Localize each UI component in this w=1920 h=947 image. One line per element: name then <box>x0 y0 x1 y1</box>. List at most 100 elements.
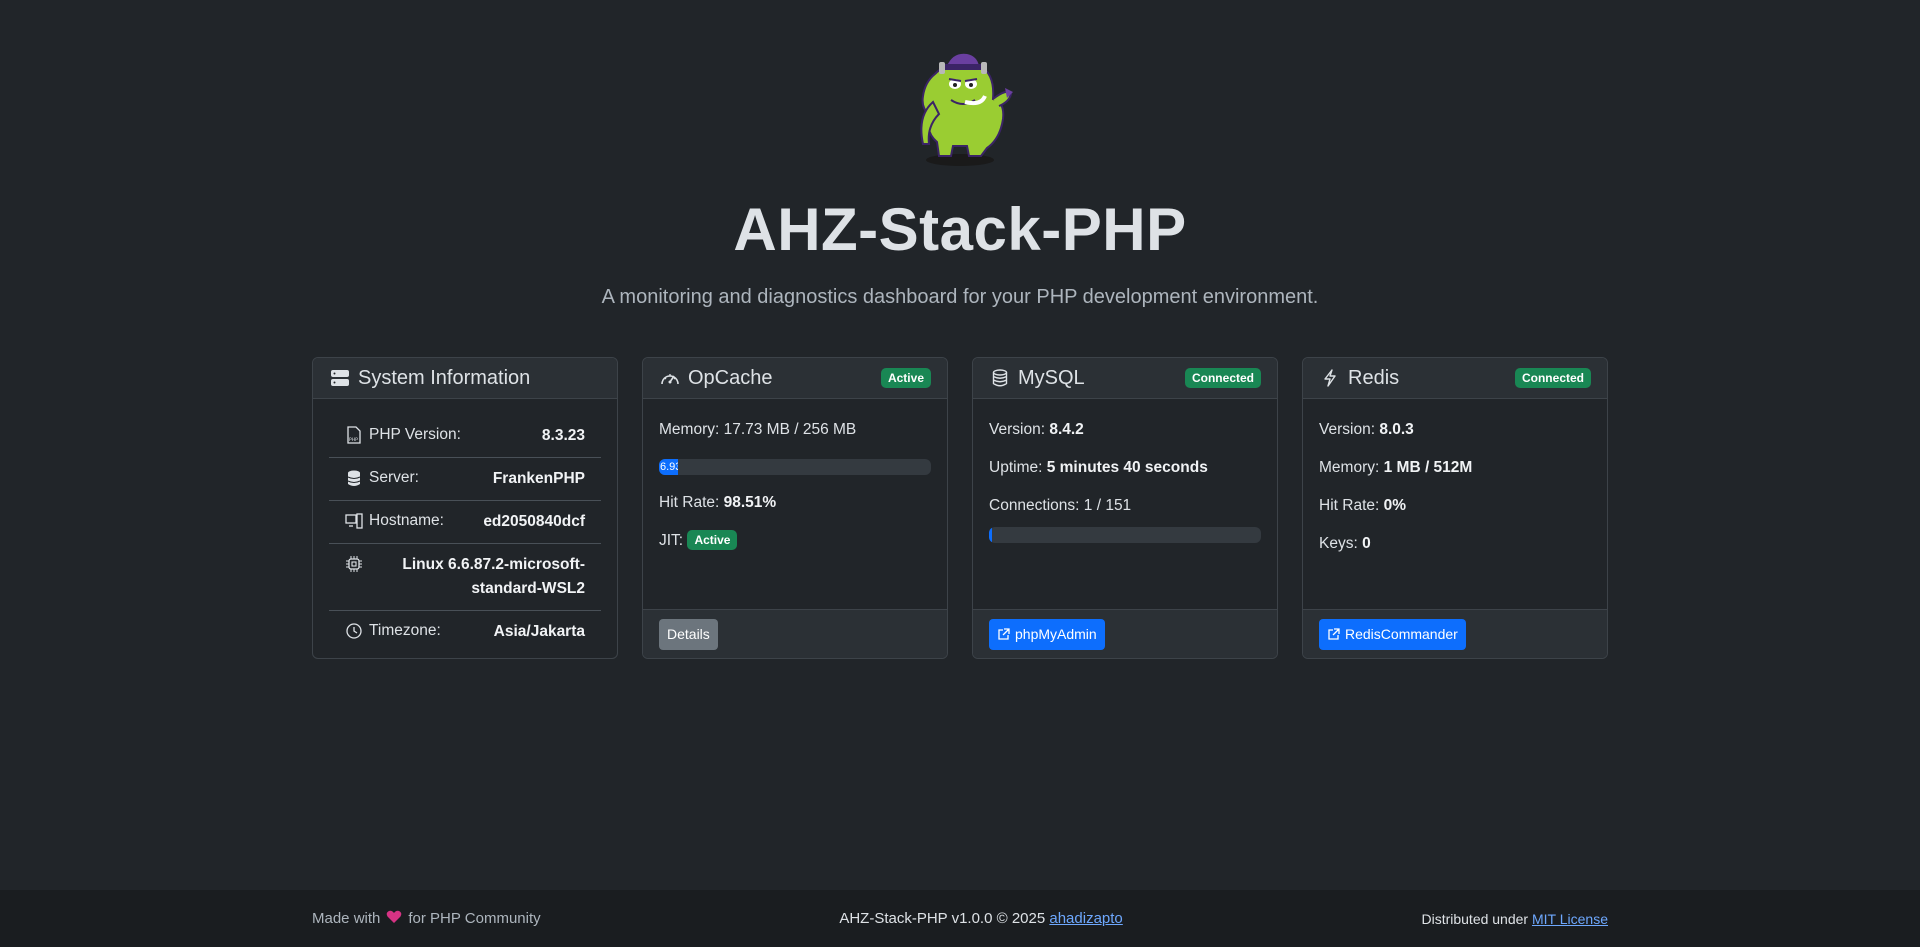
version-label: Version: <box>1319 421 1376 438</box>
made-with-text: Made with <box>312 910 381 927</box>
card-footer: Details <box>643 609 947 658</box>
hostname-value: ed2050840dcf <box>483 513 585 530</box>
elephant-mascot-icon <box>920 53 1013 166</box>
database-icon <box>989 367 1011 389</box>
footer-copyright: AHZ-Stack-PHP v1.0.0 © 2025 ahadizapto <box>839 910 1122 927</box>
footer-license: Distributed under MIT License <box>1421 911 1608 927</box>
list-item-hostname: Hostname: ed2050840dcf <box>329 501 601 544</box>
external-link-icon <box>1327 627 1340 641</box>
server-icon <box>329 367 351 389</box>
list-item-timezone: Timezone: Asia/Jakarta <box>329 611 601 653</box>
dashboard-cards: System Information PHP PHP Version: 8.3.… <box>312 357 1608 659</box>
card-title: System Information <box>358 366 531 389</box>
button-label: phpMyAdmin <box>1015 626 1097 642</box>
redis-keys: Keys: 0 <box>1319 535 1591 553</box>
opcache-jit: JIT: Active <box>659 530 931 550</box>
lightning-icon <box>1319 367 1341 389</box>
os-value: Linux 6.6.87.2-microsoft-standard-WSL2 <box>402 556 585 597</box>
card-header: MySQL Connected <box>973 358 1277 399</box>
details-button[interactable]: Details <box>659 618 718 650</box>
keys-label: Keys: <box>1319 535 1358 552</box>
external-link-icon <box>997 627 1010 641</box>
memory-value: 1 MB / 512M <box>1383 459 1473 476</box>
hit-rate-label: Hit Rate: <box>659 494 720 511</box>
button-label: RedisCommander <box>1345 626 1458 642</box>
card-body: Memory: 17.73 MB / 256 MB 6.93% Hit Rate… <box>643 399 947 609</box>
card-footer: phpMyAdmin <box>973 609 1277 658</box>
database-icon <box>345 467 363 489</box>
mysql-connections: Connections: 1 / 151 <box>989 497 1132 514</box>
hit-rate-value: 98.51% <box>723 494 777 511</box>
status-badge: Connected <box>1514 368 1591 388</box>
progress-bar-fill <box>989 527 992 543</box>
license-link[interactable]: MIT License <box>1532 911 1608 927</box>
card-title: MySQL <box>1018 366 1085 389</box>
redis-version: Version: 8.0.3 <box>1319 421 1591 439</box>
speedometer-icon <box>659 367 681 389</box>
php-version-value: 8.3.23 <box>541 427 585 444</box>
opcache-card: OpCache Active Memory: 17.73 MB / 256 MB… <box>642 357 948 659</box>
status-badge: Connected <box>1184 368 1261 388</box>
server-value: FrankenPHP <box>492 470 585 487</box>
opcache-memory: Memory: 17.73 MB / 256 MB <box>659 421 857 438</box>
card-title: OpCache <box>688 366 773 389</box>
redis-card: Redis Connected Version: 8.0.3 Memory: 1… <box>1302 357 1608 659</box>
jit-label: JIT: <box>659 532 684 549</box>
pc-display-icon <box>345 510 363 532</box>
opcache-hit-rate: Hit Rate: 98.51% <box>659 494 931 512</box>
author-link[interactable]: ahadizapto <box>1049 910 1122 927</box>
list-item-os: Linux 6.6.87.2-microsoft-standard-WSL2 <box>329 544 601 611</box>
card-header: OpCache Active <box>643 358 947 399</box>
footer-content: Made with for PHP Community AHZ-Stack-PH… <box>312 890 1608 947</box>
hostname-label: Hostname: <box>369 512 444 529</box>
card-footer: RedisCommander <box>1303 609 1607 658</box>
page-subtitle: A monitoring and diagnostics dashboard f… <box>601 286 1319 308</box>
version-value: 8.0.3 <box>1379 421 1414 438</box>
memory-label: Memory: <box>1319 459 1380 476</box>
opcache-memory-progress: 6.93% <box>659 459 931 475</box>
copyright-text: AHZ-Stack-PHP v1.0.0 © 2025 <box>839 910 1046 927</box>
uptime-value: 5 minutes 40 seconds <box>1046 459 1208 476</box>
system-info-card: System Information PHP PHP Version: 8.3.… <box>312 357 618 659</box>
mysql-connections-progress <box>989 527 1261 543</box>
clock-icon <box>345 620 363 642</box>
redis-hit-rate: Hit Rate: 0% <box>1319 497 1591 515</box>
list-item-php-version: PHP PHP Version: 8.3.23 <box>329 415 601 458</box>
mysql-version: Version: 8.4.2 <box>989 421 1261 439</box>
card-body: Version: 8.4.2 Uptime: 5 minutes 40 seco… <box>973 399 1277 609</box>
list-item-server: Server: FrankenPHP <box>329 458 601 501</box>
mysql-uptime: Uptime: 5 minutes 40 seconds <box>989 459 1261 477</box>
card-header: Redis Connected <box>1303 358 1607 399</box>
redis-memory: Memory: 1 MB / 512M <box>1319 459 1591 477</box>
jit-status-badge: Active <box>687 530 738 550</box>
heart-icon <box>386 910 402 928</box>
page-title: AHZ-Stack-PHP <box>733 196 1187 263</box>
hit-rate-value: 0% <box>1383 497 1407 514</box>
cpu-icon <box>345 553 363 575</box>
hero: AHZ-Stack-PHP A monitoring and diagnosti… <box>0 0 1920 309</box>
card-title: Redis <box>1348 366 1400 389</box>
timezone-label: Timezone: <box>369 622 441 639</box>
php-version-label: PHP Version: <box>369 426 461 443</box>
system-info-list: PHP PHP Version: 8.3.23 Server: FrankenP… <box>313 399 617 653</box>
rediscommander-button[interactable]: RedisCommander <box>1319 618 1466 650</box>
uptime-label: Uptime: <box>989 459 1043 476</box>
footer-made-with: Made with for PHP Community <box>312 910 541 928</box>
version-value: 8.4.2 <box>1049 421 1084 438</box>
mysql-card: MySQL Connected Version: 8.4.2 Uptime: 5… <box>972 357 1278 659</box>
card-header: System Information <box>313 358 617 399</box>
server-label: Server: <box>369 469 419 486</box>
progress-bar-fill: 6.93% <box>659 459 678 475</box>
page-footer: Made with for PHP Community AHZ-Stack-PH… <box>0 890 1920 947</box>
phpmyadmin-button[interactable]: phpMyAdmin <box>989 618 1105 650</box>
php-file-icon: PHP <box>345 424 363 446</box>
timezone-value: Asia/Jakarta <box>493 623 585 640</box>
svg-text:PHP: PHP <box>349 437 358 443</box>
version-label: Version: <box>989 421 1046 438</box>
status-badge: Active <box>880 368 931 388</box>
card-body: Version: 8.0.3 Memory: 1 MB / 512M Hit R… <box>1303 399 1607 609</box>
distributed-text: Distributed under <box>1421 910 1529 927</box>
keys-value: 0 <box>1362 535 1371 552</box>
for-community-text: for PHP Community <box>408 910 541 927</box>
hit-rate-label: Hit Rate: <box>1319 497 1380 514</box>
